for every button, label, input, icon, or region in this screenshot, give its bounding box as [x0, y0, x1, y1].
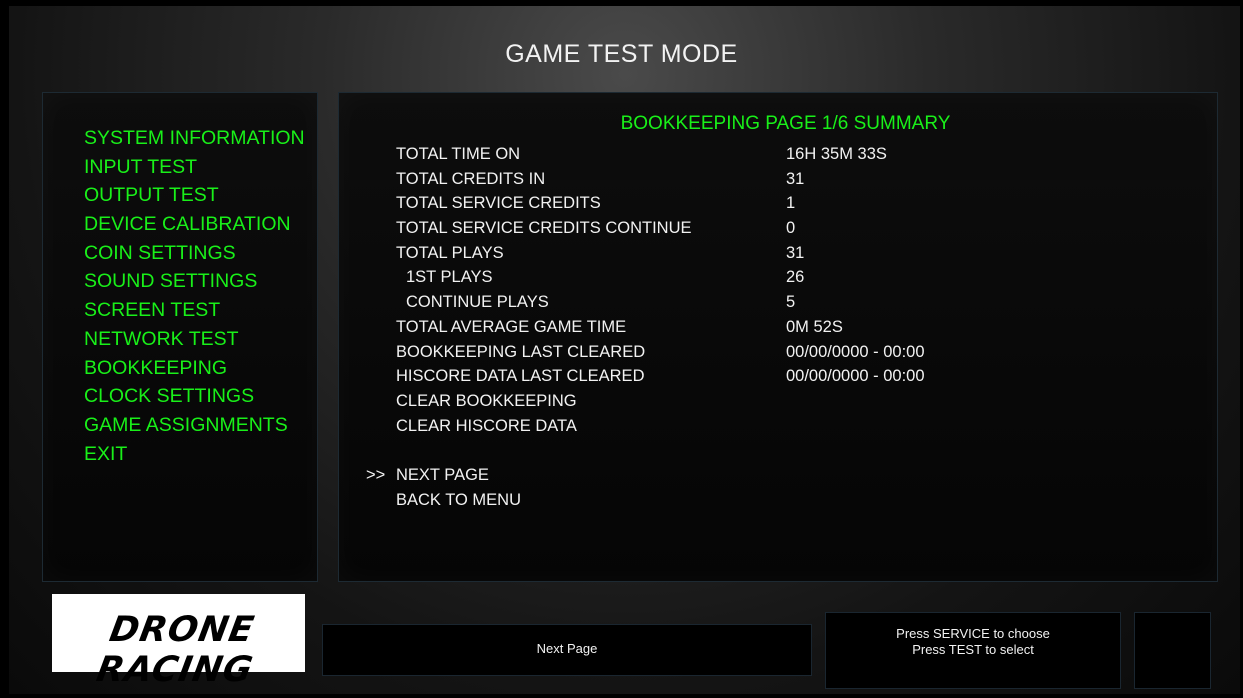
help-line-service: Press SERVICE to choose: [896, 626, 1050, 641]
menu-item-sound-settings[interactable]: SOUND SETTINGS: [84, 267, 305, 296]
back-to-menu-option[interactable]: BACK TO MENU: [396, 491, 521, 510]
stat-row-1st-plays: 1ST PLAYS 26: [396, 268, 804, 287]
stat-label: TOTAL CREDITS IN: [396, 170, 546, 188]
stat-value: 31: [786, 244, 805, 262]
menu-item-coin-settings[interactable]: COIN SETTINGS: [84, 239, 305, 268]
bookkeeping-heading: BOOKKEEPING PAGE 1/6 SUMMARY: [620, 113, 951, 134]
stat-label: 1ST PLAYS: [406, 268, 493, 286]
help-line-test: Press TEST to select: [912, 642, 1034, 657]
stat-label: TOTAL SERVICE CREDITS CONTINUE: [396, 219, 692, 237]
selected-item-label: Next Page: [536, 641, 598, 656]
stat-label: CONTINUE PLAYS: [406, 293, 549, 311]
menu-item-device-calibration[interactable]: DEVICE CALIBRATION: [84, 210, 305, 239]
test-menu: SYSTEM INFORMATION INPUT TEST OUTPUT TES…: [84, 124, 305, 468]
menu-item-exit[interactable]: EXIT: [84, 440, 305, 469]
stat-row-hiscore-data-last-cleared: HISCORE DATA LAST CLEARED 00/00/0000 - 0…: [396, 367, 925, 386]
menu-item-system-information[interactable]: SYSTEM INFORMATION: [84, 124, 305, 153]
stat-row-total-service-credits-continue: TOTAL SERVICE CREDITS CONTINUE 0: [396, 219, 795, 238]
stat-row-total-credits-in: TOTAL CREDITS IN 31: [396, 170, 804, 189]
stat-value: 00/00/0000 - 00:00: [786, 343, 925, 361]
stat-row-total-service-credits: TOTAL SERVICE CREDITS 1: [396, 194, 795, 213]
controls-help: Press SERVICE to choose Press TEST to se…: [825, 612, 1121, 689]
stat-row-total-plays: TOTAL PLAYS 31: [396, 244, 804, 263]
stat-value: 1: [786, 194, 796, 212]
stat-row-total-average-game-time: TOTAL AVERAGE GAME TIME 0M 52S: [396, 318, 843, 337]
drone-racing-logo: DRONE RACING: [52, 594, 305, 690]
logo-text: DRONE RACING: [93, 610, 258, 690]
status-box: [1134, 612, 1211, 689]
stat-row-continue-plays: CONTINUE PLAYS 5: [396, 293, 795, 312]
stat-value: 0: [786, 219, 796, 237]
stat-row-bookkeeping-last-cleared: BOOKKEEPING LAST CLEARED 00/00/0000 - 00…: [396, 343, 925, 362]
stat-label: BOOKKEEPING LAST CLEARED: [396, 343, 646, 361]
page-title: GAME TEST MODE: [505, 40, 738, 68]
menu-item-screen-test[interactable]: SCREEN TEST: [84, 296, 305, 325]
stat-label: HISCORE DATA LAST CLEARED: [396, 367, 645, 385]
menu-item-output-test[interactable]: OUTPUT TEST: [84, 181, 305, 210]
next-page-option[interactable]: NEXT PAGE: [396, 466, 489, 485]
clear-bookkeeping-option[interactable]: CLEAR BOOKKEEPING: [396, 392, 577, 411]
stat-label: TOTAL TIME ON: [396, 145, 521, 163]
stat-value: 00/00/0000 - 00:00: [786, 367, 925, 385]
stat-label: TOTAL AVERAGE GAME TIME: [396, 318, 627, 336]
stat-label: TOTAL SERVICE CREDITS: [396, 194, 601, 212]
menu-item-game-assignments[interactable]: GAME ASSIGNMENTS: [84, 411, 305, 440]
menu-item-bookkeeping[interactable]: BOOKKEEPING: [84, 354, 305, 383]
stat-label: TOTAL PLAYS: [396, 244, 504, 262]
stat-value: 31: [786, 170, 805, 188]
menu-item-clock-settings[interactable]: CLOCK SETTINGS: [84, 382, 305, 411]
selected-item-display: Next Page: [322, 624, 812, 676]
stat-value: 5: [786, 293, 796, 311]
menu-item-network-test[interactable]: NETWORK TEST: [84, 325, 305, 354]
stat-value: 16H 35M 33S: [786, 145, 887, 163]
stat-value: 0M 52S: [786, 318, 843, 336]
stat-row-total-time-on: TOTAL TIME ON 16H 35M 33S: [396, 145, 887, 164]
menu-item-input-test[interactable]: INPUT TEST: [84, 153, 305, 182]
selection-cursor: >>: [366, 466, 386, 484]
stat-value: 26: [786, 268, 805, 286]
clear-hiscore-data-option[interactable]: CLEAR HISCORE DATA: [396, 417, 577, 436]
